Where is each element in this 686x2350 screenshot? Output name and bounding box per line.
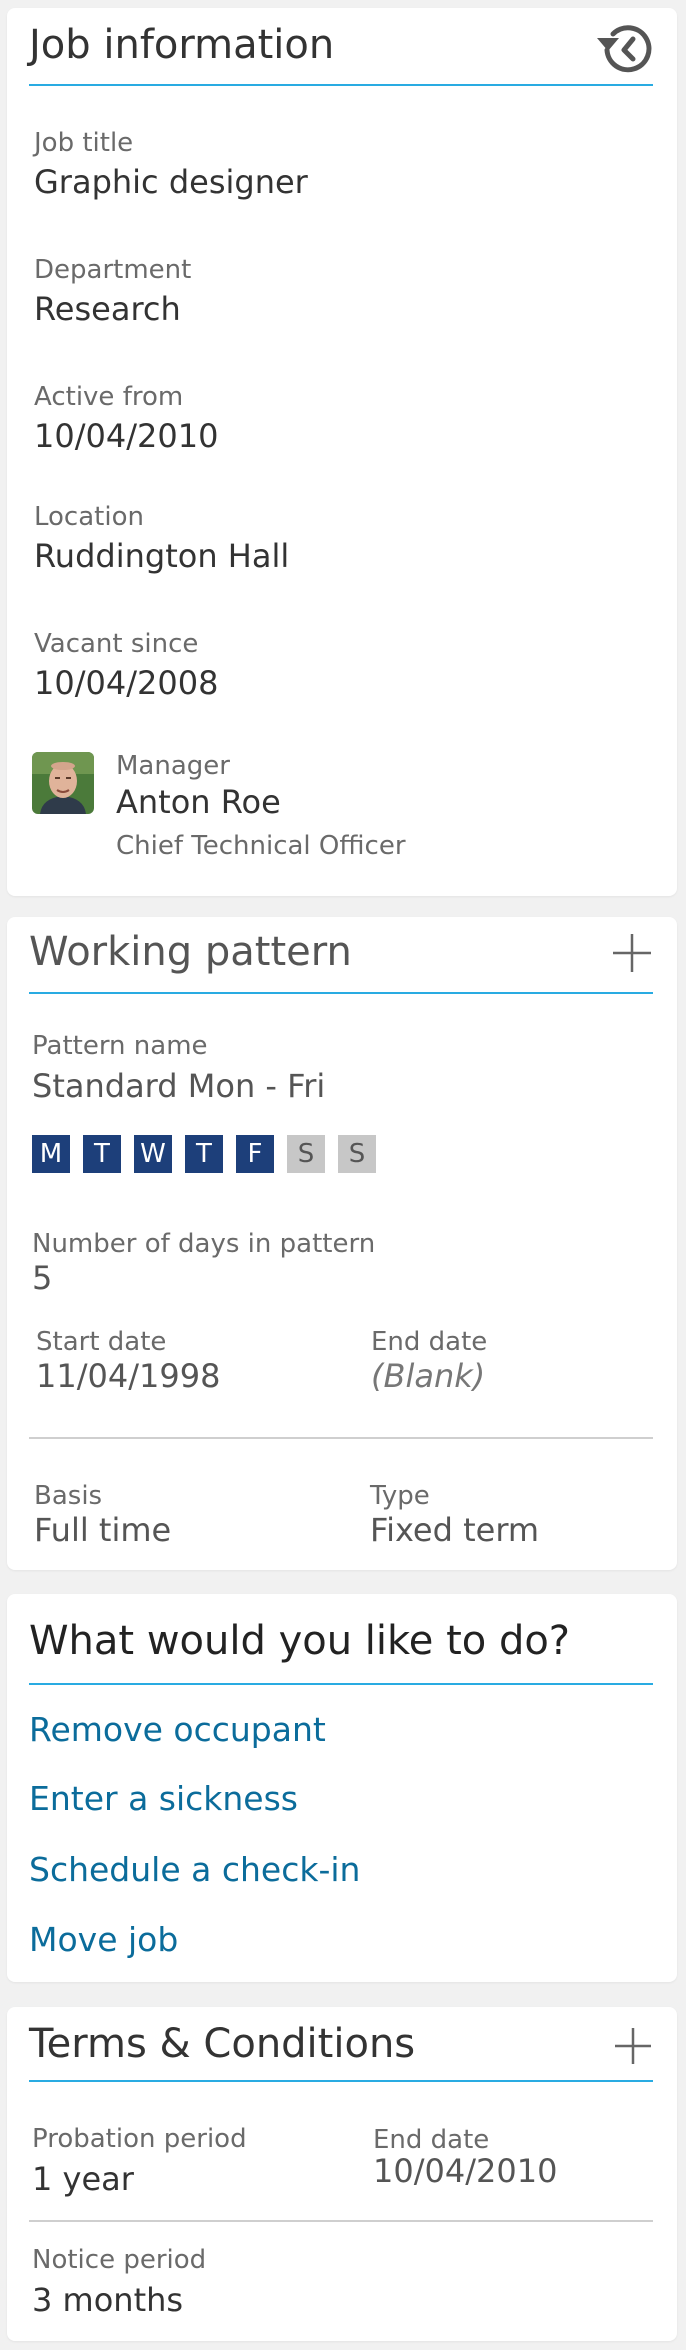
plus-icon[interactable] bbox=[613, 2026, 653, 2066]
move-job-link[interactable]: Move job bbox=[29, 1920, 178, 1959]
type-label: Type bbox=[370, 1481, 430, 1511]
vacant-since-label: Vacant since bbox=[34, 629, 199, 659]
plus-icon[interactable] bbox=[611, 932, 653, 974]
pattern-section-divider bbox=[29, 1437, 653, 1439]
days-in-pattern-label: Number of days in pattern bbox=[32, 1229, 376, 1259]
department-value: Research bbox=[34, 290, 181, 328]
history-icon[interactable] bbox=[593, 22, 653, 78]
terms-conditions-card: Terms & Conditions Probation period 1 ye… bbox=[7, 2007, 677, 2341]
terms-section-divider bbox=[29, 2220, 653, 2222]
remove-occupant-link[interactable]: Remove occupant bbox=[29, 1710, 326, 1749]
terms-divider bbox=[29, 2080, 653, 2082]
day-friday: F bbox=[236, 1135, 274, 1173]
pattern-name-label: Pattern name bbox=[32, 1031, 208, 1061]
department-label: Department bbox=[34, 255, 192, 285]
job-title-label: Job title bbox=[34, 128, 134, 158]
notice-period-value: 3 months bbox=[32, 2281, 184, 2319]
terms-end-date-value: 10/04/2010 bbox=[373, 2152, 558, 2190]
terms-title: Terms & Conditions bbox=[29, 2021, 416, 2067]
working-pattern-card: Working pattern Pattern name Standard Mo… bbox=[7, 917, 677, 1570]
actions-card: What would you like to do? Remove occupa… bbox=[7, 1594, 677, 1982]
avatar[interactable] bbox=[32, 752, 94, 814]
manager-label: Manager bbox=[116, 751, 230, 781]
days-in-pattern-value: 5 bbox=[32, 1259, 53, 1297]
active-from-label: Active from bbox=[34, 382, 184, 412]
job-information-divider bbox=[29, 84, 653, 86]
job-information-card: Job information Job title Graphic design… bbox=[7, 8, 677, 896]
day-wednesday: W bbox=[134, 1135, 172, 1173]
working-pattern-title: Working pattern bbox=[29, 929, 352, 975]
end-date-label: End date bbox=[371, 1327, 488, 1357]
vacant-since-value: 10/04/2008 bbox=[34, 664, 219, 702]
location-value: Ruddington Hall bbox=[34, 537, 290, 575]
day-saturday: S bbox=[287, 1135, 325, 1173]
day-indicators: M T W T F S S bbox=[32, 1135, 392, 1175]
start-date-value: 11/04/1998 bbox=[36, 1357, 221, 1395]
notice-period-label: Notice period bbox=[32, 2245, 207, 2275]
actions-divider bbox=[29, 1683, 653, 1685]
enter-sickness-link[interactable]: Enter a sickness bbox=[29, 1779, 298, 1818]
probation-period-label: Probation period bbox=[32, 2124, 247, 2154]
day-sunday: S bbox=[338, 1135, 376, 1173]
day-monday: M bbox=[32, 1135, 70, 1173]
working-pattern-divider bbox=[29, 992, 653, 994]
type-value: Fixed term bbox=[370, 1511, 540, 1549]
pattern-name-value: Standard Mon - Fri bbox=[32, 1067, 326, 1105]
probation-period-value: 1 year bbox=[32, 2160, 134, 2198]
day-tuesday: T bbox=[83, 1135, 121, 1173]
job-information-title: Job information bbox=[29, 22, 335, 68]
terms-end-date-label: End date bbox=[373, 2125, 490, 2155]
end-date-value: (Blank) bbox=[371, 1357, 486, 1395]
start-date-label: Start date bbox=[36, 1327, 167, 1357]
active-from-value: 10/04/2010 bbox=[34, 417, 219, 455]
job-title-value: Graphic designer bbox=[34, 163, 308, 201]
manager-role: Chief Technical Officer bbox=[116, 831, 406, 861]
location-label: Location bbox=[34, 502, 144, 532]
schedule-check-in-link[interactable]: Schedule a check-in bbox=[29, 1850, 360, 1889]
basis-label: Basis bbox=[34, 1481, 103, 1511]
actions-title: What would you like to do? bbox=[29, 1618, 571, 1664]
basis-value: Full time bbox=[34, 1511, 172, 1549]
day-thursday: T bbox=[185, 1135, 223, 1173]
manager-name[interactable]: Anton Roe bbox=[116, 783, 281, 821]
